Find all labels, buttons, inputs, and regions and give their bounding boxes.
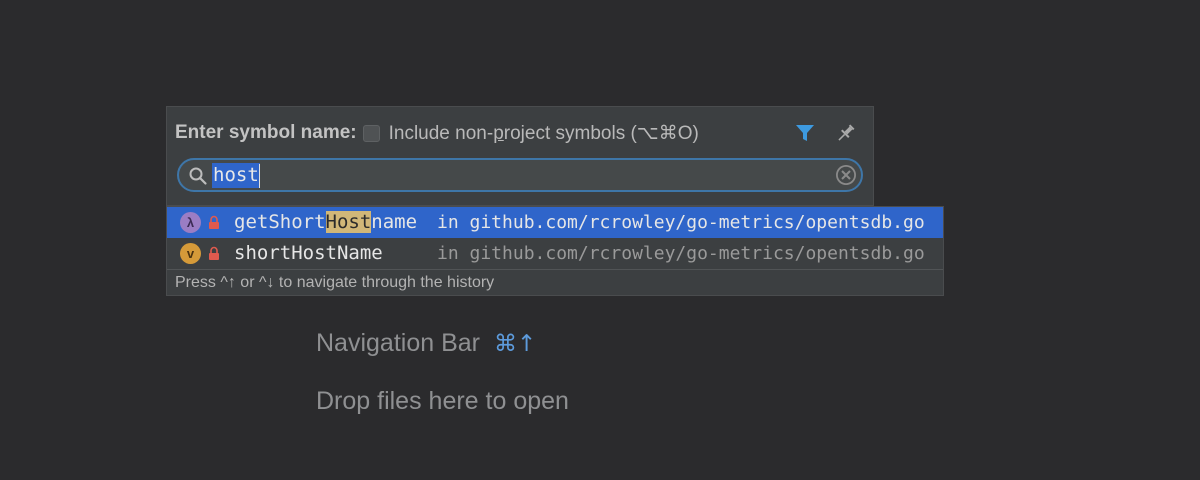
- result-location: in github.com/rcrowley/go-metrics/opents…: [437, 212, 925, 233]
- symbol-search-field[interactable]: host: [177, 158, 863, 192]
- include-label-pre: Include non-: [388, 122, 494, 144]
- symbol-name-suffix: name: [371, 211, 418, 233]
- clear-icon[interactable]: [835, 164, 857, 186]
- text-caret: [259, 164, 260, 188]
- result-item[interactable]: v shortHostName in github.com/rcrowley/g…: [167, 238, 943, 269]
- search-icon: [189, 167, 207, 185]
- function-icon: λ: [180, 212, 201, 233]
- result-location: in github.com/rcrowley/go-metrics/opents…: [437, 243, 925, 264]
- variable-icon: v: [180, 243, 201, 264]
- filter-icon[interactable]: [793, 121, 817, 145]
- symbol-name-match: Host: [325, 211, 372, 233]
- symbol-results-list: λ getShortHostname in github.com/rcrowle…: [166, 206, 944, 296]
- result-item[interactable]: λ getShortHostname in github.com/rcrowle…: [167, 207, 943, 238]
- popup-header: Enter symbol name: Include non-project s…: [175, 121, 699, 145]
- navigation-bar-hint: Navigation Bar ⌘↑: [316, 329, 536, 358]
- pin-icon[interactable]: [834, 121, 858, 145]
- popup-title: Enter symbol name:: [175, 122, 357, 143]
- navigation-bar-label: Navigation Bar: [316, 329, 480, 357]
- include-non-project-label[interactable]: Include non-project symbols (⌥⌘O): [389, 122, 699, 145]
- history-hint: Press ^↑ or ^↓ to navigate through the h…: [167, 269, 943, 295]
- symbol-name-prefix: getShort: [234, 211, 326, 233]
- goto-symbol-popup: Enter symbol name: Include non-project s…: [166, 106, 874, 206]
- navigation-bar-shortcut: ⌘↑: [493, 331, 537, 357]
- lock-icon: [209, 246, 219, 260]
- result-symbol-name: shortHostName: [234, 242, 383, 264]
- include-non-project-checkbox[interactable]: [362, 124, 380, 142]
- search-input[interactable]: host: [212, 163, 260, 188]
- include-label-mnemonic: p: [493, 122, 504, 144]
- result-symbol-name: getShortHostname: [234, 211, 417, 233]
- include-label-post: roject symbols (⌥⌘O): [503, 122, 699, 144]
- lock-icon: [209, 215, 219, 229]
- drop-files-hint: Drop files here to open: [316, 387, 569, 415]
